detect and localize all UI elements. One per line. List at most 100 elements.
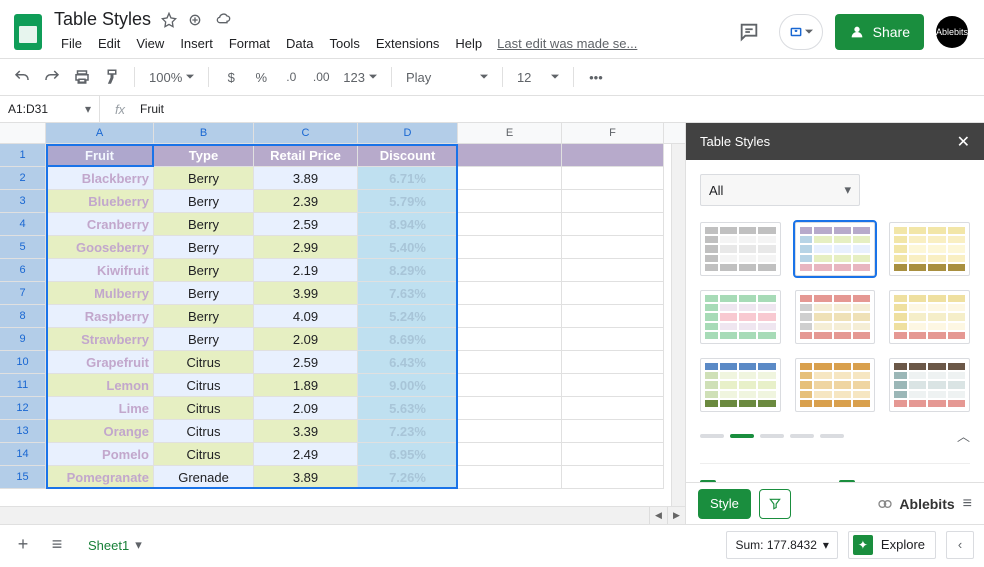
explore-button[interactable]: ✦Explore: [848, 531, 936, 559]
row-header[interactable]: 15: [0, 466, 46, 489]
menu-format[interactable]: Format: [222, 32, 277, 55]
sheets-logo[interactable]: [8, 12, 48, 52]
redo-icon[interactable]: [40, 65, 64, 89]
comments-icon[interactable]: [731, 14, 767, 50]
column-header[interactable]: A: [46, 123, 154, 143]
cell[interactable]: [458, 328, 562, 351]
cell[interactable]: Blackberry: [46, 167, 154, 190]
column-header[interactable]: C: [254, 123, 358, 143]
cell[interactable]: [562, 305, 664, 328]
cell[interactable]: [562, 190, 664, 213]
cell[interactable]: 8.94%: [358, 213, 458, 236]
cell[interactable]: 8.29%: [358, 259, 458, 282]
cell[interactable]: 6.71%: [358, 167, 458, 190]
cell[interactable]: [458, 305, 562, 328]
cell[interactable]: Citrus: [154, 443, 254, 466]
scroll-left-icon[interactable]: ◀: [649, 507, 667, 525]
cell[interactable]: [458, 213, 562, 236]
cell[interactable]: Grenade: [154, 466, 254, 489]
chevron-left-icon[interactable]: ‹: [946, 531, 974, 559]
move-icon[interactable]: [187, 12, 203, 28]
cell[interactable]: 7.26%: [358, 466, 458, 489]
zoom-dropdown[interactable]: 100%: [145, 70, 198, 85]
style-thumbnail[interactable]: [700, 222, 781, 276]
cell[interactable]: 5.79%: [358, 190, 458, 213]
cell[interactable]: Citrus: [154, 397, 254, 420]
cell[interactable]: 2.09: [254, 328, 358, 351]
cell[interactable]: Mulberry: [46, 282, 154, 305]
row-header[interactable]: 14: [0, 443, 46, 466]
row-header[interactable]: 10: [0, 351, 46, 374]
menu-view[interactable]: View: [129, 32, 171, 55]
cell[interactable]: [562, 466, 664, 489]
scroll-right-icon[interactable]: ▶: [667, 507, 685, 525]
cell[interactable]: Berry: [154, 328, 254, 351]
cell[interactable]: 5.40%: [358, 236, 458, 259]
cell[interactable]: 5.63%: [358, 397, 458, 420]
cell[interactable]: 3.99: [254, 282, 358, 305]
cell[interactable]: [562, 167, 664, 190]
select-all-corner[interactable]: [0, 123, 46, 143]
cell[interactable]: 5.24%: [358, 305, 458, 328]
cell[interactable]: Cranberry: [46, 213, 154, 236]
cell[interactable]: Raspberry: [46, 305, 154, 328]
cell[interactable]: Citrus: [154, 351, 254, 374]
apply-style-button[interactable]: Style: [698, 489, 751, 519]
filter-icon[interactable]: [759, 489, 791, 519]
cell[interactable]: 3.89: [254, 167, 358, 190]
cell[interactable]: 2.59: [254, 213, 358, 236]
cell[interactable]: Berry: [154, 167, 254, 190]
cell[interactable]: [458, 466, 562, 489]
cell[interactable]: 2.09: [254, 397, 358, 420]
cell[interactable]: Pomegranate: [46, 466, 154, 489]
row-header[interactable]: 12: [0, 397, 46, 420]
row-header[interactable]: 4: [0, 213, 46, 236]
cell[interactable]: 4.09: [254, 305, 358, 328]
page-dot[interactable]: [700, 434, 724, 438]
row-header[interactable]: 7: [0, 282, 46, 305]
font-size-dropdown[interactable]: 12: [513, 70, 563, 85]
row-header[interactable]: 2: [0, 167, 46, 190]
cell[interactable]: Blueberry: [46, 190, 154, 213]
menu-icon[interactable]: ≡: [963, 495, 972, 513]
quicksum-dropdown[interactable]: Sum: 177.8432▾: [726, 531, 837, 559]
cell[interactable]: [458, 397, 562, 420]
cell[interactable]: [562, 328, 664, 351]
undo-icon[interactable]: [10, 65, 34, 89]
style-thumbnail[interactable]: [700, 290, 781, 344]
star-icon[interactable]: [161, 12, 177, 28]
column-header[interactable]: E: [458, 123, 562, 143]
increase-decimal-icon[interactable]: .00: [309, 65, 333, 89]
cell[interactable]: Berry: [154, 282, 254, 305]
cell[interactable]: [458, 259, 562, 282]
currency-icon[interactable]: $: [219, 65, 243, 89]
cell[interactable]: [562, 443, 664, 466]
style-thumbnail[interactable]: [700, 358, 781, 412]
cell[interactable]: 6.95%: [358, 443, 458, 466]
cell[interactable]: 7.23%: [358, 420, 458, 443]
cell[interactable]: Citrus: [154, 420, 254, 443]
cell[interactable]: [458, 236, 562, 259]
style-thumbnail[interactable]: [795, 358, 876, 412]
cell[interactable]: [562, 374, 664, 397]
cell[interactable]: Type: [154, 144, 254, 167]
cell[interactable]: 1.89: [254, 374, 358, 397]
cell[interactable]: [562, 213, 664, 236]
cell[interactable]: [562, 144, 664, 167]
cell[interactable]: Berry: [154, 305, 254, 328]
last-edit-link[interactable]: Last edit was made se...: [497, 32, 637, 55]
cell[interactable]: Strawberry: [46, 328, 154, 351]
menu-insert[interactable]: Insert: [173, 32, 220, 55]
menu-data[interactable]: Data: [279, 32, 320, 55]
account-avatar[interactable]: Ablebits: [936, 16, 968, 48]
cell[interactable]: 2.19: [254, 259, 358, 282]
share-button[interactable]: Share: [835, 14, 924, 50]
cell[interactable]: Lemon: [46, 374, 154, 397]
cell[interactable]: Fruit: [46, 144, 154, 167]
cell[interactable]: Berry: [154, 259, 254, 282]
cell[interactable]: 6.43%: [358, 351, 458, 374]
cell[interactable]: 8.69%: [358, 328, 458, 351]
cell[interactable]: [458, 443, 562, 466]
name-box[interactable]: A1:D31▾: [0, 96, 100, 122]
more-toolbar-icon[interactable]: •••: [584, 65, 608, 89]
